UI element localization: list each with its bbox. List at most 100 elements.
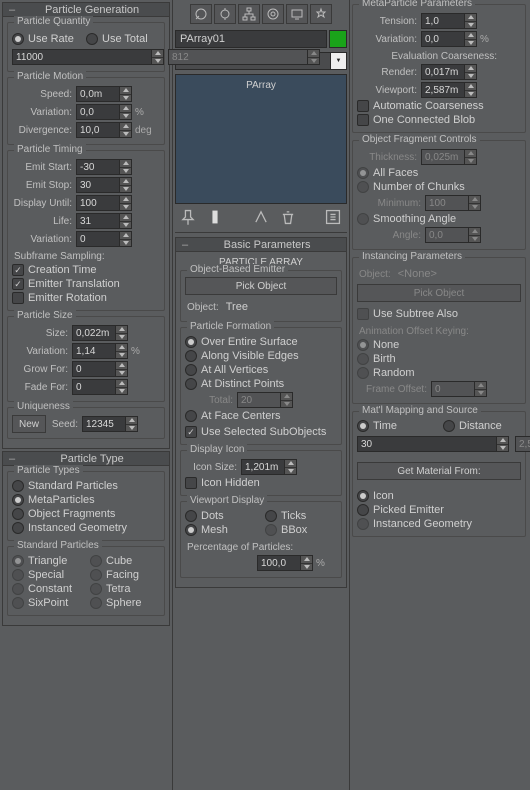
new-seed-button[interactable]: New [12, 415, 46, 433]
size-spinner[interactable] [72, 325, 128, 341]
display-until-spinner[interactable] [76, 195, 132, 211]
group-metaparticle-parameters: MetaParticle Parameters Tension: Variati… [352, 4, 526, 133]
object-name-input[interactable] [175, 30, 327, 48]
radio-cube: Cube [90, 555, 160, 567]
speed-spinner[interactable] [76, 86, 132, 102]
rollup-header[interactable]: –Particle Generation [2, 2, 170, 17]
radio-entire-surface[interactable]: Over Entire Surface [185, 336, 337, 348]
pick-object-button[interactable]: Pick Object [185, 277, 337, 295]
radio-special: Special [12, 569, 82, 581]
distance-spinner [515, 436, 530, 452]
icon-size-spinner[interactable] [241, 459, 297, 475]
divergence-spinner[interactable] [76, 122, 132, 138]
tab-utilities-icon[interactable] [310, 4, 332, 24]
radio-use-rate[interactable]: Use Rate [12, 33, 86, 45]
get-material-from-button[interactable]: Get Material From: [357, 462, 521, 480]
check-automatic-coarseness[interactable]: Automatic Coarseness [357, 100, 521, 112]
stack-item[interactable]: PArray [179, 78, 343, 93]
group-particle-motion: Particle Motion Speed: Variation:% Diver… [7, 77, 165, 145]
radio-bbox: BBox [265, 524, 337, 536]
radio-instanced-geometry[interactable]: Instanced Geometry [12, 522, 160, 534]
group-particle-quantity: Particle Quantity Use Rate Use Total [7, 22, 165, 72]
group-object-emitter: Object-Based Emitter Pick Object Object:… [180, 270, 342, 322]
viewport-coarse-spinner[interactable] [421, 82, 477, 98]
radio-distance[interactable]: Distance [443, 420, 521, 432]
radio-triangle: Triangle [12, 555, 82, 567]
radio-mat-icon[interactable]: Icon [357, 490, 521, 502]
check-use-selected-subobjects[interactable]: Use Selected SubObjects [185, 426, 337, 438]
emit-start-spinner[interactable] [76, 159, 132, 175]
distinct-total-spinner [237, 392, 293, 408]
group-instancing-parameters: Instancing Parameters Object: <None> Pic… [352, 257, 526, 404]
remove-modifier-icon[interactable] [279, 208, 297, 226]
meta-variation-spinner[interactable] [421, 31, 477, 47]
group-display-icon: Display Icon Icon Size: Icon Hidden [180, 450, 342, 496]
radio-use-total[interactable]: Use Total [86, 33, 160, 45]
object-color-swatch[interactable] [329, 30, 347, 48]
radio-face-centers[interactable]: At Face Centers [185, 410, 337, 422]
percentage-spinner[interactable] [257, 555, 313, 571]
radio-mesh[interactable]: Mesh [185, 524, 257, 536]
radio-sixpoint: SixPoint [12, 597, 82, 609]
group-particle-formation: Particle Formation Over Entire Surface A… [180, 327, 342, 445]
tab-hierarchy-icon[interactable] [238, 4, 260, 24]
radio-facing: Facing [90, 569, 160, 581]
rate-spinner[interactable] [12, 49, 164, 65]
tab-modify-icon[interactable] [214, 4, 236, 24]
check-creation-time[interactable]: Creation Time [12, 264, 160, 276]
timing-variation-spinner[interactable] [76, 231, 132, 247]
rollup-header[interactable]: –Basic Parameters [175, 237, 347, 252]
tab-create-icon[interactable] [190, 4, 212, 24]
fade-for-spinner[interactable] [72, 379, 128, 395]
life-spinner[interactable] [76, 213, 132, 229]
radio-keying-none: None [357, 339, 521, 351]
tension-spinner[interactable] [421, 13, 477, 29]
seed-spinner[interactable] [82, 416, 138, 432]
total-spinner [168, 49, 320, 65]
show-end-result-icon[interactable] [206, 208, 224, 226]
tab-display-icon[interactable] [286, 4, 308, 24]
group-particle-types: Particle Types Standard Particles MetaPa… [7, 471, 165, 541]
pin-stack-icon[interactable] [179, 208, 197, 226]
size-variation-spinner[interactable] [72, 343, 128, 359]
panel-tabs [175, 2, 347, 28]
radio-keying-birth: Birth [357, 353, 521, 365]
radio-time[interactable]: Time [357, 420, 435, 432]
time-spinner[interactable] [357, 436, 509, 452]
rollup-header[interactable]: –Particle Type [2, 451, 170, 466]
group-viewport-display: Viewport Display Dots Mesh Ticks BBox Pe… [180, 501, 342, 578]
radio-number-of-chunks: Number of Chunks [357, 181, 521, 193]
instance-pick-object-button: Pick Object [357, 284, 521, 302]
radio-all-vertices[interactable]: At All Vertices [185, 364, 337, 376]
group-standard-particles: Standard Particles Triangle Special Cons… [7, 546, 165, 616]
motion-variation-spinner[interactable] [76, 104, 132, 120]
radio-mat-picked-emitter[interactable]: Picked Emitter [357, 504, 521, 516]
radio-smoothing-angle: Smoothing Angle [357, 213, 521, 225]
radio-metaparticles[interactable]: MetaParticles [12, 494, 160, 506]
check-emitter-translation[interactable]: Emitter Translation [12, 278, 160, 290]
rollup-particle-type: –Particle Type Particle Types Standard P… [2, 451, 170, 626]
check-icon-hidden[interactable]: Icon Hidden [185, 477, 337, 489]
radio-constant: Constant [12, 583, 82, 595]
radio-keying-random: Random [357, 367, 521, 379]
configure-sets-icon[interactable] [324, 208, 342, 226]
grow-for-spinner[interactable] [72, 361, 128, 377]
emit-stop-spinner[interactable] [76, 177, 132, 193]
modifier-stack[interactable]: PArray [175, 74, 347, 204]
tab-motion-icon[interactable] [262, 4, 284, 24]
emitter-object-name: Tree [226, 301, 248, 313]
radio-distinct-points[interactable]: At Distinct Points [185, 378, 337, 390]
radio-object-fragments[interactable]: Object Fragments [12, 508, 160, 520]
radio-standard-particles[interactable]: Standard Particles [12, 480, 160, 492]
radio-dots[interactable]: Dots [185, 510, 257, 522]
render-coarse-spinner[interactable] [421, 64, 477, 80]
smooth-angle-spinner [425, 227, 481, 243]
check-emitter-rotation[interactable]: Emitter Rotation [12, 292, 160, 304]
check-one-connected-blob[interactable]: One Connected Blob [357, 114, 521, 126]
radio-visible-edges[interactable]: Along Visible Edges [185, 350, 337, 362]
radio-ticks[interactable]: Ticks [265, 510, 337, 522]
radio-sphere: Sphere [90, 597, 160, 609]
make-unique-icon[interactable] [252, 208, 270, 226]
radio-mat-instanced-geometry: Instanced Geometry [357, 518, 521, 530]
frame-offset-spinner [431, 381, 487, 397]
